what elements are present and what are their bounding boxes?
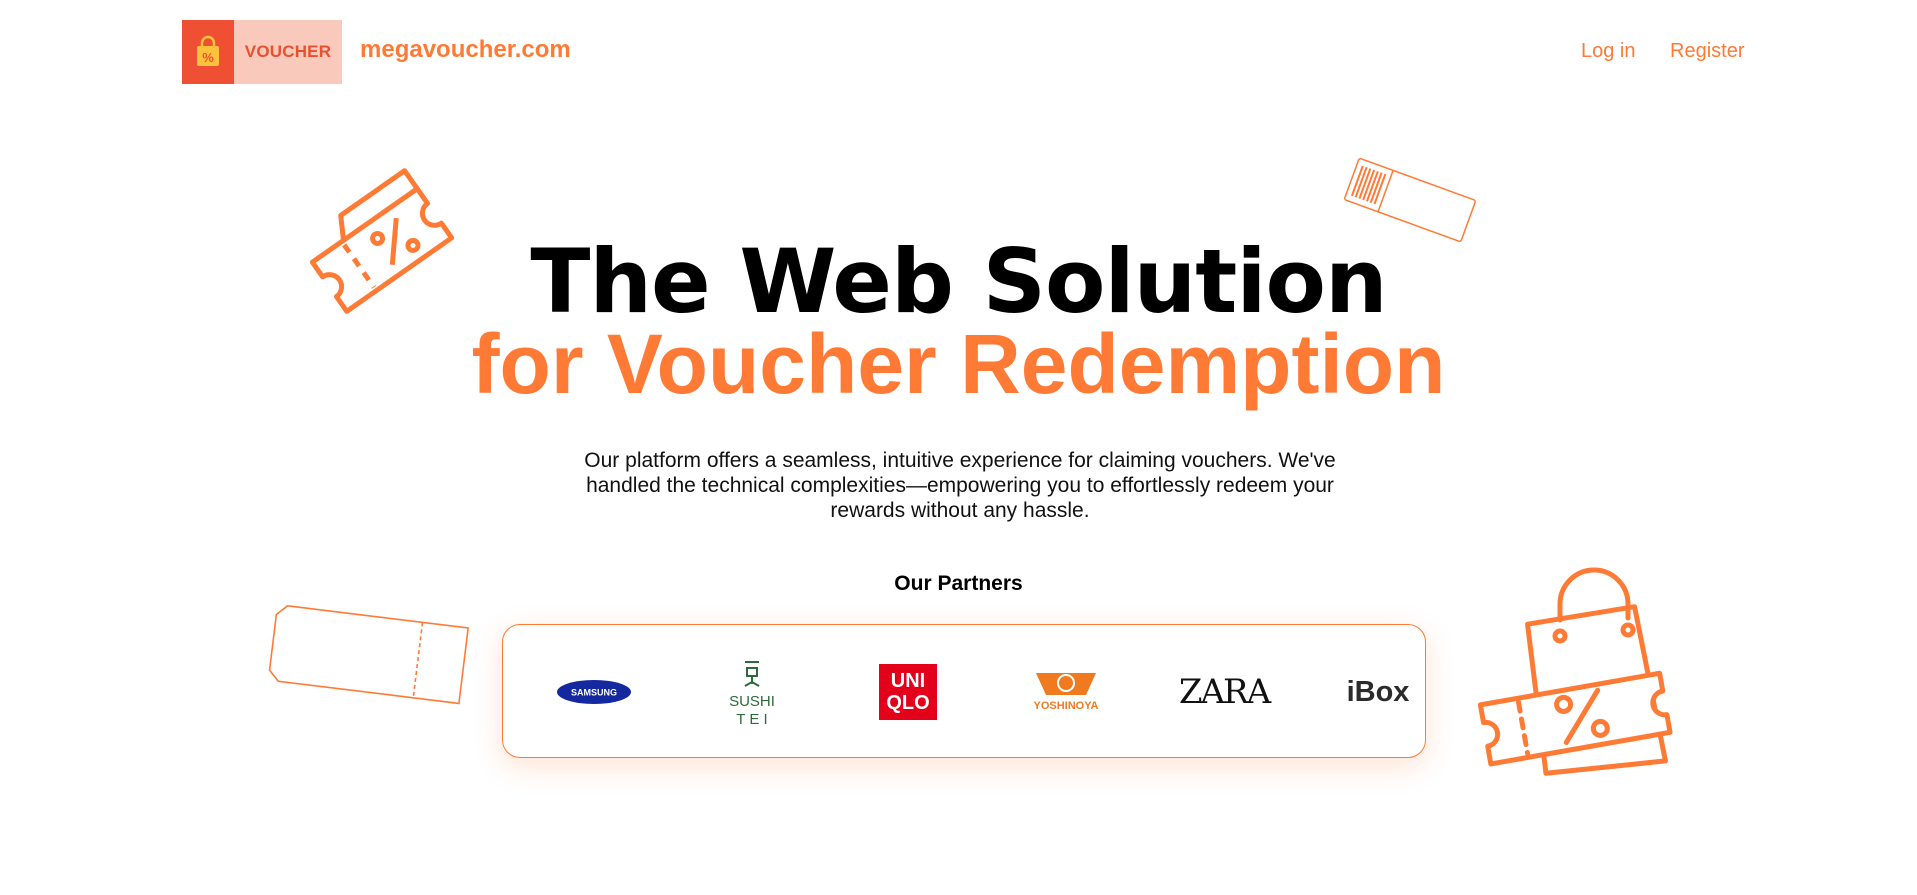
partners-title: Our Partners — [894, 572, 1023, 595]
hero-description: Our platform offers a seamless, intuitiv… — [584, 449, 1336, 522]
partner-logo-zara[interactable]: ZARA — [1149, 625, 1299, 759]
blank-ticket-icon — [268, 604, 470, 705]
partner-logo-sushi-tei[interactable]: SUSHI T E I — [677, 625, 827, 759]
svg-text:%: % — [202, 50, 214, 65]
logo-text: VOUCHER — [244, 42, 332, 61]
sushi-tei-emblem — [744, 660, 760, 687]
shopping-bag-icon: % — [182, 20, 234, 84]
site-name[interactable]: megavoucher.com — [360, 36, 571, 64]
login-link[interactable]: Log in — [1581, 40, 1636, 63]
svg-text:YOSHINOYA: YOSHINOYA — [1033, 700, 1098, 712]
svg-text:SAMSUNG: SAMSUNG — [571, 688, 617, 698]
partner-logo-yoshinoya[interactable]: YOSHINOYA — [991, 625, 1141, 759]
partner-logo-samsung[interactable]: SAMSUNG — [519, 625, 669, 759]
site-logo[interactable]: % VOUCHER — [182, 20, 342, 84]
partner-logo-uniqlo[interactable]: UNI QLO — [833, 625, 983, 759]
hero-title-line2: for Voucher Redemption — [471, 317, 1446, 411]
shopping-bag-ticket-icon — [1477, 567, 1673, 776]
partners-carousel: SAMSUNG SUSHI T E I UNI QLO YOSHINOYA ZA… — [502, 624, 1426, 758]
register-link[interactable]: Register — [1670, 40, 1744, 63]
partner-logo-ibox[interactable]: iBox — [1303, 625, 1453, 759]
